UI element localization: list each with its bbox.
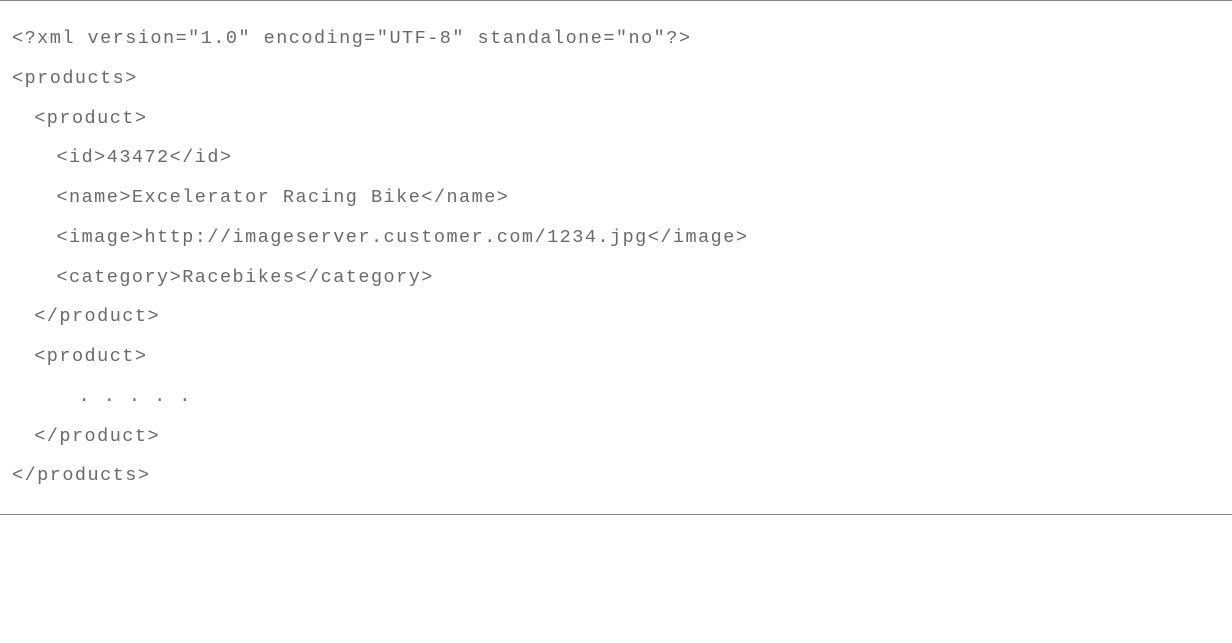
code-line: <product> <box>12 337 1220 377</box>
code-line: <image>http://imageserver.customer.com/1… <box>12 218 1220 258</box>
code-line: . . . . . <box>12 377 1220 417</box>
code-block: <?xml version="1.0" encoding="UTF-8" sta… <box>0 0 1232 515</box>
code-line: </product> <box>12 297 1220 337</box>
code-line: <category>Racebikes</category> <box>12 258 1220 298</box>
code-line: </products> <box>12 456 1220 496</box>
code-line: <product> <box>12 99 1220 139</box>
code-line: <?xml version="1.0" encoding="UTF-8" sta… <box>12 19 1220 59</box>
code-line: <id>43472</id> <box>12 138 1220 178</box>
code-line: <products> <box>12 59 1220 99</box>
code-line: <name>Excelerator Racing Bike</name> <box>12 178 1220 218</box>
code-line: </product> <box>12 417 1220 457</box>
